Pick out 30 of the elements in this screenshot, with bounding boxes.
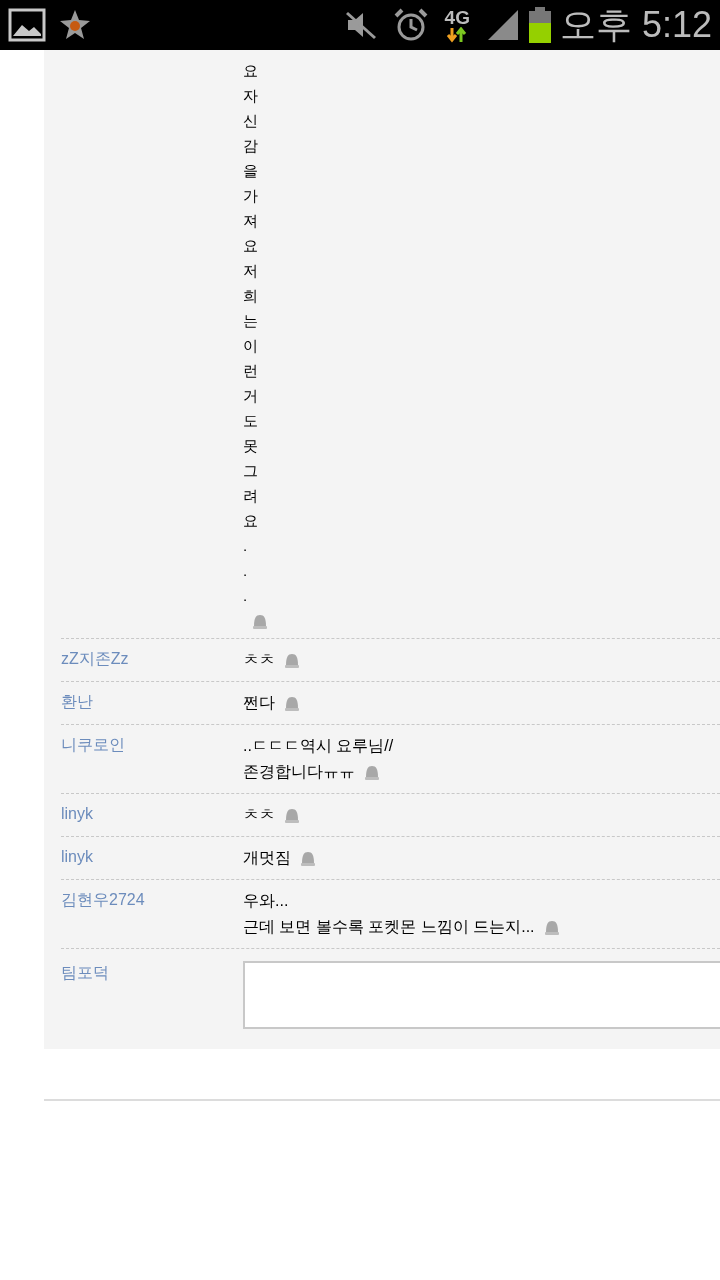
clock-text: 오후 5:12 [559, 3, 712, 47]
image-icon [8, 8, 46, 42]
battery-icon [527, 7, 552, 43]
comment-author[interactable]: zZ지존Zz [61, 650, 129, 667]
reply-field[interactable] [243, 961, 720, 1029]
star-icon [58, 8, 92, 42]
network-label: 4G [444, 7, 470, 27]
comment-author[interactable]: 환난 [61, 693, 93, 710]
comment-text: ..ㄷㄷㄷ역시 요루님// 존경합니다ㅠㅠ [243, 736, 395, 783]
alarm-icon [392, 7, 429, 43]
comment-text: 쩐다 [243, 690, 720, 716]
bell-icon[interactable] [363, 763, 381, 781]
bell-icon[interactable] [283, 694, 301, 712]
data-arrows-icon [446, 26, 469, 43]
reply-author: 팀포덕 [61, 964, 109, 981]
comment-text: ㅊㅊ [243, 802, 720, 828]
comment-text: 개멋짐 [243, 845, 720, 871]
bell-icon[interactable] [299, 849, 317, 867]
comment-author[interactable]: linyk [61, 848, 93, 865]
mute-icon [344, 10, 377, 40]
comment-text: 우와... 근데 보면 볼수록 포켓몬 느낌이 드는지... [243, 888, 720, 940]
bell-icon[interactable] [542, 918, 561, 936]
bell-icon[interactable] [283, 806, 301, 824]
comment-author[interactable]: 니쿠로인 [61, 736, 125, 753]
comment-author[interactable]: linyk [61, 805, 93, 822]
comment-text: 요자신감을가져요저희는이런거도못그려요... [243, 61, 259, 606]
bell-icon[interactable] [251, 612, 269, 630]
comment-text: ㅊㅊ [243, 647, 720, 673]
bell-icon[interactable] [283, 651, 301, 669]
comment-author[interactable]: 김현우2724 [61, 891, 145, 908]
